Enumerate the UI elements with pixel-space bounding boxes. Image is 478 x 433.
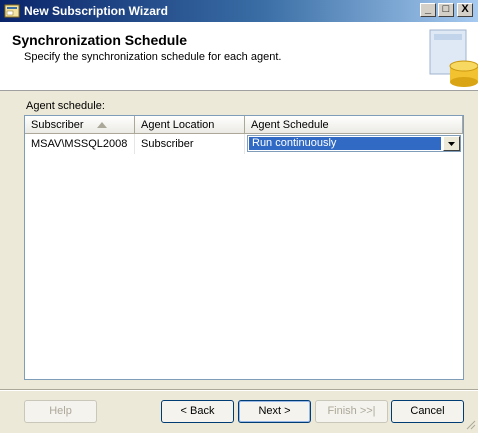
column-header-agent-location[interactable]: Agent Location bbox=[135, 116, 245, 134]
wizard-window: New Subscription Wizard _ □ X Synchroniz… bbox=[0, 0, 478, 433]
footer-divider bbox=[0, 389, 478, 391]
column-label: Agent Schedule bbox=[251, 119, 329, 131]
agent-schedule-label: Agent schedule: bbox=[26, 100, 105, 112]
resize-grip-icon[interactable] bbox=[464, 418, 476, 430]
column-header-agent-schedule[interactable]: Agent Schedule bbox=[245, 116, 463, 134]
column-label: Agent Location bbox=[141, 119, 215, 131]
column-header-subscriber[interactable]: Subscriber bbox=[25, 116, 135, 134]
maximize-button[interactable]: □ bbox=[438, 3, 454, 17]
sort-ascending-icon bbox=[97, 122, 107, 128]
chevron-down-icon bbox=[448, 142, 455, 146]
minimize-button[interactable]: _ bbox=[420, 3, 436, 17]
table-row[interactable]: MSAV\MSSQL2008 Subscriber Run continuous… bbox=[25, 134, 463, 154]
page-subtitle: Specify the synchronization schedule for… bbox=[24, 51, 282, 63]
wizard-app-icon bbox=[4, 4, 20, 18]
title-bar[interactable]: New Subscription Wizard _ □ X bbox=[0, 0, 478, 22]
cancel-button[interactable]: Cancel bbox=[391, 400, 464, 423]
grid-header: Subscriber Agent Location Agent Schedule bbox=[25, 116, 463, 134]
agent-schedule-dropdown[interactable]: Run continuously bbox=[247, 135, 461, 152]
finish-button[interactable]: Finish >>| bbox=[315, 400, 388, 423]
subscriber-cell: MSAV\MSSQL2008 bbox=[25, 134, 135, 154]
agent-location-cell: Subscriber bbox=[135, 134, 245, 154]
help-button[interactable]: Help bbox=[24, 400, 97, 423]
close-button[interactable]: X bbox=[457, 3, 473, 17]
column-label: Subscriber bbox=[31, 119, 84, 131]
wizard-header: Synchronization Schedule Specify the syn… bbox=[0, 22, 478, 91]
dropdown-button[interactable] bbox=[443, 136, 460, 151]
agent-schedule-value: Run continuously bbox=[249, 137, 441, 150]
back-button[interactable]: < Back bbox=[161, 400, 234, 423]
database-schedule-icon bbox=[429, 29, 478, 87]
page-title: Synchronization Schedule bbox=[12, 32, 188, 48]
next-button[interactable]: Next > bbox=[238, 400, 311, 423]
window-title: New Subscription Wizard bbox=[24, 4, 168, 18]
agent-schedule-grid: Subscriber Agent Location Agent Schedule… bbox=[24, 115, 464, 380]
